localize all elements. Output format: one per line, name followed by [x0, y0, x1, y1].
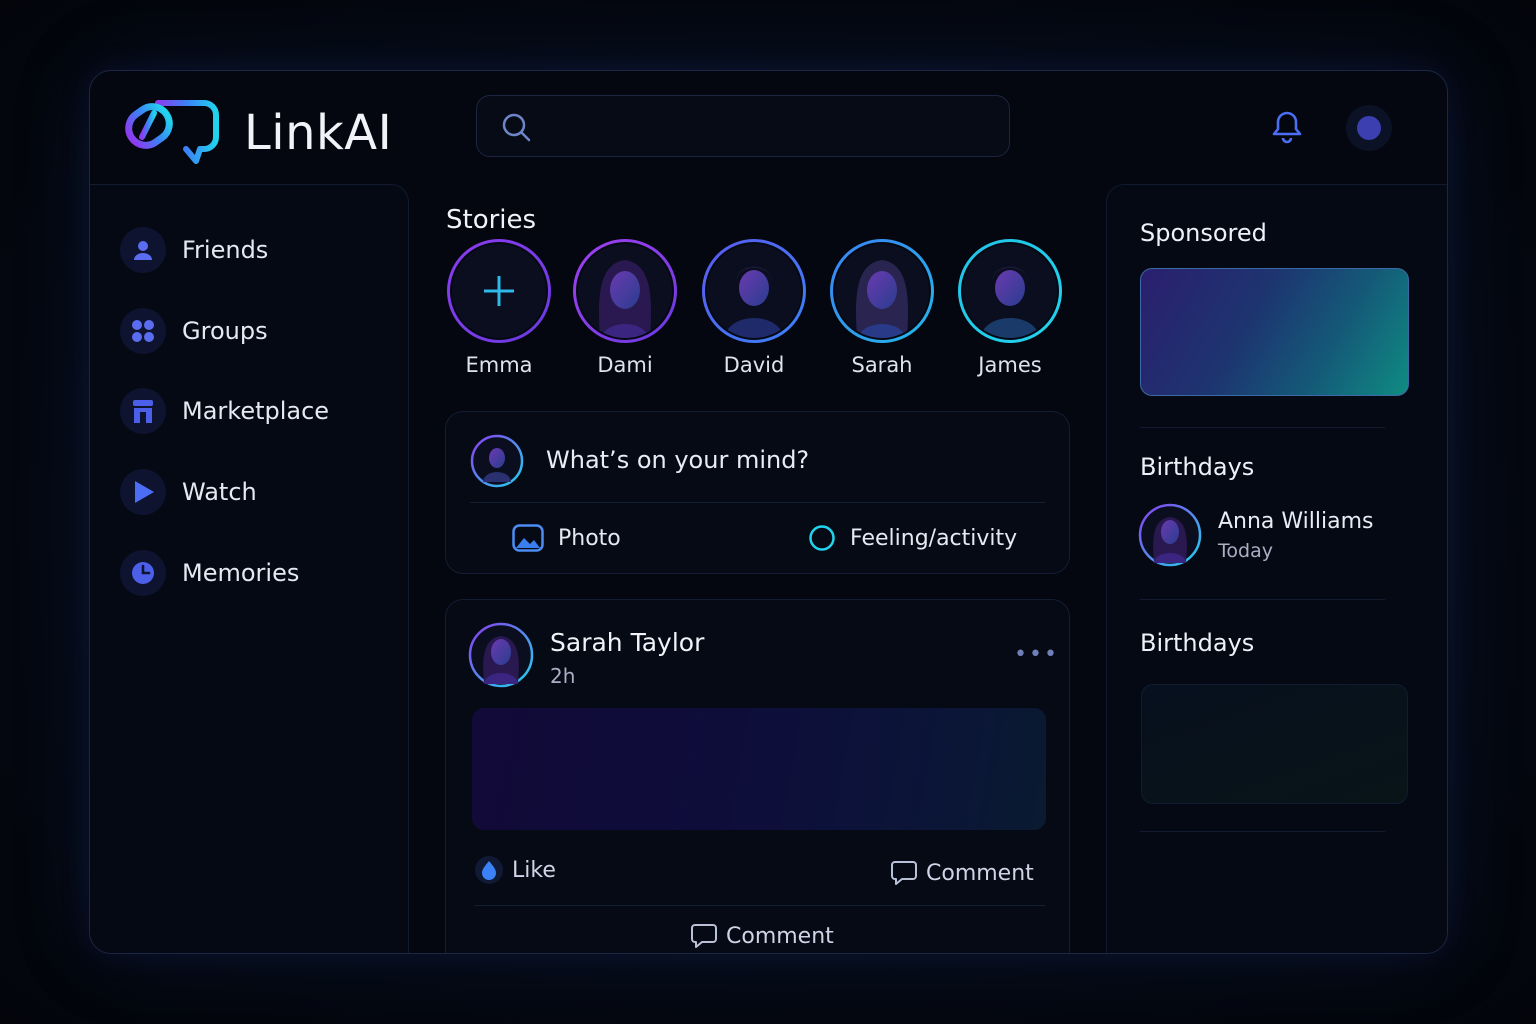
like-button[interactable]: Like — [474, 855, 556, 885]
post-time: 2h — [550, 664, 576, 688]
logo[interactable]: LinkAI — [124, 95, 392, 171]
story-ring — [702, 239, 806, 343]
marketplace-icon — [120, 388, 166, 434]
birthday-date: Today — [1218, 539, 1273, 562]
sidebar-item-label: Marketplace — [182, 397, 330, 425]
post-media[interactable] — [472, 708, 1046, 830]
comment-center-button[interactable]: Comment — [690, 922, 834, 950]
avatar[interactable] — [468, 622, 534, 688]
story-avatar — [705, 242, 803, 340]
groups-icon — [120, 308, 166, 354]
divider — [1140, 831, 1385, 832]
feeling-icon — [809, 525, 835, 551]
more-options-icon[interactable]: ••• — [1014, 642, 1059, 667]
sidebar-item-label: Watch — [182, 478, 257, 506]
story-item[interactable]: David — [702, 239, 806, 377]
post-card: Sarah Taylor 2h ••• Like Comment Comment — [445, 599, 1070, 953]
story-item[interactable]: Sarah — [830, 239, 934, 377]
play-icon — [120, 469, 166, 515]
male-avatar-icon — [981, 266, 1039, 338]
profile-avatar[interactable] — [1346, 105, 1392, 151]
story-avatar — [833, 242, 931, 340]
app-name: LinkAI — [244, 105, 393, 161]
story-avatar — [450, 242, 548, 340]
comment-icon — [691, 924, 717, 948]
like-label: Like — [512, 857, 556, 883]
birthdays-placeholder — [1141, 684, 1408, 804]
sidebar-item-memories[interactable]: Memories — [120, 550, 299, 596]
comment-icon — [891, 861, 917, 885]
like-icon — [475, 856, 503, 884]
birthday-item[interactable]: Anna Williams Today — [1138, 503, 1374, 567]
photo-icon — [512, 524, 544, 552]
search-input[interactable] — [547, 106, 987, 146]
divider — [1140, 427, 1385, 428]
story-item[interactable]: Dami — [573, 239, 677, 377]
story-name: James — [978, 353, 1042, 377]
sidebar-item-label: Friends — [182, 236, 269, 264]
avatar — [470, 434, 524, 488]
divider — [474, 905, 1045, 906]
app-window: LinkAI Friends Groups Marketplace Watch … — [89, 70, 1448, 954]
plus-icon — [484, 276, 514, 306]
person-icon — [120, 227, 166, 273]
story-ring — [830, 239, 934, 343]
stories-title: Stories — [446, 205, 537, 235]
divider — [1140, 599, 1385, 600]
story-ring — [573, 239, 677, 343]
comment-button[interactable]: Comment — [890, 859, 1034, 887]
composer-prompt[interactable]: What’s on your mind? — [546, 446, 809, 474]
photo-button[interactable]: Photo — [512, 524, 621, 552]
sponsored-title: Sponsored — [1140, 219, 1267, 247]
male-avatar-icon — [725, 266, 783, 338]
sidebar-item-label: Memories — [182, 559, 300, 587]
search-icon — [502, 113, 531, 142]
story-ring — [958, 239, 1062, 343]
story-name: Emma — [465, 353, 533, 377]
feeling-label: Feeling/activity — [850, 525, 1018, 551]
story-avatar — [576, 242, 674, 340]
sidebar-item-friends[interactable]: Friends — [120, 227, 268, 273]
photo-label: Photo — [558, 525, 621, 551]
sidebar-item-watch[interactable]: Watch — [120, 469, 257, 515]
logo-chat-icon — [125, 100, 219, 164]
female-avatar-icon — [855, 260, 909, 338]
female-avatar-icon — [598, 260, 652, 338]
search-bar[interactable] — [476, 95, 1010, 157]
post-composer: What’s on your mind? Photo Feeling/activ… — [445, 411, 1070, 574]
story-ring — [447, 239, 551, 343]
sponsored-ad[interactable] — [1140, 268, 1409, 396]
post-author[interactable]: Sarah Taylor — [550, 628, 704, 657]
story-avatar — [961, 242, 1059, 340]
avatar — [1357, 116, 1381, 140]
feeling-activity-button[interactable]: Feeling/activity — [808, 524, 1017, 552]
birthdays-title: Birthdays — [1140, 453, 1255, 481]
birthdays-title-2: Birthdays — [1140, 629, 1255, 657]
clock-icon — [120, 550, 166, 596]
divider — [470, 502, 1045, 503]
story-name: David — [723, 353, 785, 377]
story-add[interactable]: Emma — [447, 239, 551, 377]
comment-label: Comment — [726, 923, 834, 949]
story-item[interactable]: James — [958, 239, 1062, 377]
birthday-name: Anna Williams — [1218, 508, 1374, 534]
story-name: Sarah — [851, 353, 913, 377]
sidebar-item-marketplace[interactable]: Marketplace — [120, 388, 329, 434]
comment-label: Comment — [926, 860, 1034, 886]
sidebar-item-groups[interactable]: Groups — [120, 308, 268, 354]
avatar — [1138, 503, 1202, 567]
sidebar-item-label: Groups — [182, 317, 268, 345]
story-name: Dami — [597, 353, 653, 377]
bell-icon[interactable] — [1270, 109, 1304, 145]
